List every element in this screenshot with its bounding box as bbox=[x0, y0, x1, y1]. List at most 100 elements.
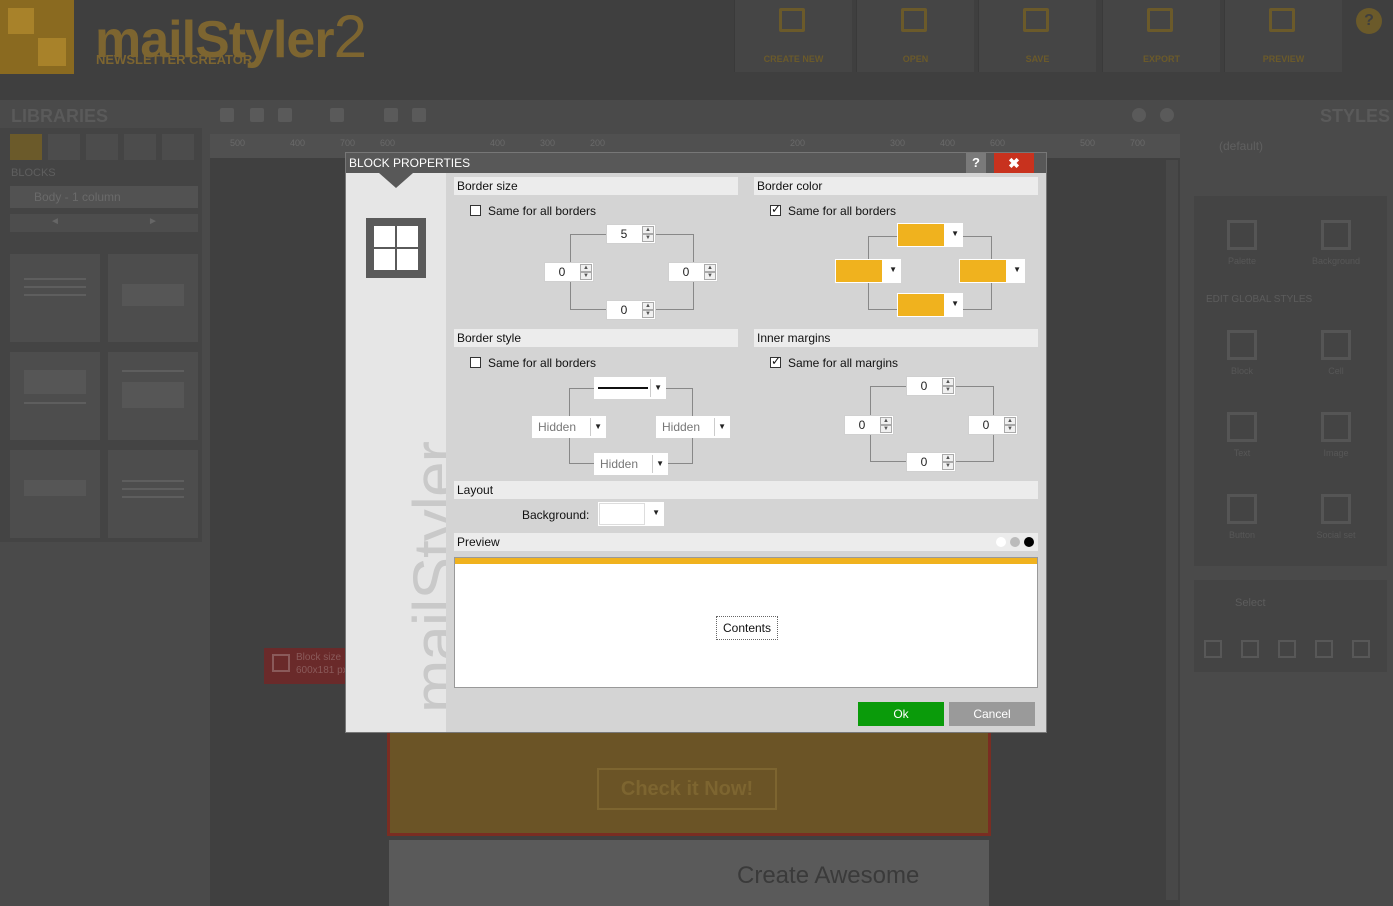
blocks-tab-icon[interactable] bbox=[10, 134, 42, 160]
next-arrow-icon[interactable]: ► bbox=[148, 216, 158, 227]
border-top-style-select[interactable]: ▼ bbox=[594, 377, 666, 399]
new-file-icon bbox=[779, 8, 805, 32]
background-label: Background: bbox=[522, 508, 590, 522]
trash-icon[interactable] bbox=[412, 108, 426, 122]
checkbox[interactable] bbox=[470, 357, 481, 368]
blocks-label: BLOCKS bbox=[11, 167, 56, 179]
block-thumbnail[interactable] bbox=[108, 352, 198, 440]
inner-margins-same-checkbox[interactable]: Same for all margins bbox=[770, 354, 898, 370]
check-it-now-button[interactable]: Check it Now! bbox=[597, 768, 777, 810]
select-button-icon[interactable] bbox=[1315, 640, 1333, 658]
select-image-icon[interactable] bbox=[1278, 640, 1296, 658]
chevron-down-icon: ▼ bbox=[718, 422, 726, 431]
border-bottom-color-picker[interactable]: ▼ bbox=[897, 293, 963, 317]
select-share-icon[interactable] bbox=[1352, 640, 1370, 658]
select-cell-icon[interactable] bbox=[1241, 640, 1259, 658]
border-top-size-spinner[interactable]: 5 ▲ ▼ bbox=[606, 224, 656, 244]
image-tab-icon[interactable] bbox=[86, 134, 118, 160]
button-tab-icon[interactable] bbox=[124, 134, 156, 160]
preview-bg-gray-option[interactable] bbox=[1010, 537, 1020, 547]
margin-right-spinner[interactable]: 0 ▲ ▼ bbox=[968, 415, 1018, 435]
border-style-same-checkbox[interactable]: Same for all borders bbox=[470, 356, 596, 370]
block-thumbnail[interactable] bbox=[10, 450, 100, 538]
background-color-picker[interactable]: ▼ bbox=[598, 502, 664, 526]
cell-style-button[interactable]: Cell bbox=[1306, 330, 1366, 376]
select-label[interactable]: Select bbox=[1235, 597, 1266, 609]
button-style-button[interactable]: Button bbox=[1212, 494, 1272, 540]
chevron-down-icon: ▼ bbox=[1013, 265, 1021, 274]
canvas-scrollbar[interactable] bbox=[1166, 160, 1178, 900]
social-set-style-button[interactable]: Social set bbox=[1306, 494, 1366, 540]
image-style-button[interactable]: Image bbox=[1306, 412, 1366, 458]
open-button[interactable]: OPEN bbox=[856, 0, 974, 72]
star-icon[interactable] bbox=[330, 108, 344, 122]
duplicate-icon[interactable] bbox=[384, 108, 398, 122]
styles-title: STYLES bbox=[1320, 106, 1391, 126]
preview-bg-white-option[interactable] bbox=[996, 537, 1006, 547]
border-left-style-select[interactable]: Hidden ▼ bbox=[532, 416, 606, 438]
button-icon bbox=[1227, 494, 1257, 524]
border-right-style-select[interactable]: Hidden ▼ bbox=[656, 416, 730, 438]
border-size-header: Border size bbox=[454, 177, 738, 195]
zoom-out-icon[interactable] bbox=[1132, 108, 1146, 122]
help-button[interactable]: ? bbox=[966, 153, 986, 173]
block-thumbnail[interactable] bbox=[108, 450, 198, 538]
preview-bg-black-option[interactable] bbox=[1024, 537, 1034, 547]
image-icon bbox=[1321, 412, 1351, 442]
block-thumbnail[interactable] bbox=[108, 254, 198, 342]
chevron-down-icon: ▼ bbox=[889, 265, 897, 274]
text-tab-icon[interactable] bbox=[48, 134, 80, 160]
preview-button[interactable]: PREVIEW bbox=[1224, 0, 1342, 72]
preview-header: Preview bbox=[454, 533, 1038, 551]
ruler-tick-label: 400 bbox=[940, 138, 956, 148]
zoom-in-icon[interactable] bbox=[1160, 108, 1174, 122]
border-right-color-picker[interactable]: ▼ bbox=[959, 259, 1025, 283]
help-icon[interactable]: ? bbox=[1356, 8, 1382, 34]
export-button[interactable]: EXPORT bbox=[1102, 0, 1220, 72]
margin-bottom-spinner[interactable]: 0 ▲ ▼ bbox=[906, 452, 956, 472]
edit-global-styles-header[interactable]: EDIT GLOBAL STYLES bbox=[1206, 294, 1312, 305]
border-left-color-picker[interactable]: ▼ bbox=[835, 259, 901, 283]
block-pager: ◄ ► bbox=[10, 214, 198, 232]
border-bottom-size-spinner[interactable]: 0 ▲ ▼ bbox=[606, 300, 656, 320]
ok-button[interactable]: Ok bbox=[858, 702, 944, 726]
ruler-tick-label: 400 bbox=[490, 138, 506, 148]
background-icon bbox=[1321, 220, 1351, 250]
pointer-notch bbox=[379, 173, 413, 188]
lock-icon[interactable] bbox=[250, 108, 264, 122]
save-button[interactable]: SAVE bbox=[978, 0, 1096, 72]
palette-button[interactable]: Palette bbox=[1212, 220, 1272, 266]
checkbox[interactable] bbox=[470, 205, 481, 216]
prev-arrow-icon[interactable]: ◄ bbox=[50, 216, 60, 227]
block-thumbnail[interactable] bbox=[10, 352, 100, 440]
block-style-button[interactable]: Block bbox=[1212, 330, 1272, 376]
delete-style-button[interactable] bbox=[1293, 164, 1383, 182]
text-style-button[interactable]: Text bbox=[1212, 412, 1272, 458]
close-button[interactable]: ✖ bbox=[994, 153, 1034, 173]
checkbox-checked[interactable] bbox=[770, 354, 781, 368]
border-color-same-checkbox[interactable]: Same for all borders bbox=[770, 202, 896, 218]
style-select[interactable]: (default) bbox=[1195, 134, 1383, 158]
preview-contents: Contents bbox=[716, 616, 778, 640]
border-right-size-spinner[interactable]: 0 ▲ ▼ bbox=[668, 262, 718, 282]
edit-icon[interactable] bbox=[220, 108, 234, 122]
checkbox-checked[interactable] bbox=[770, 202, 781, 216]
cancel-button[interactable]: Cancel bbox=[949, 702, 1035, 726]
background-button[interactable]: Background bbox=[1306, 220, 1366, 266]
block-thumbnail[interactable] bbox=[10, 254, 100, 342]
preview-top-border bbox=[455, 558, 1037, 564]
border-top-color-picker[interactable]: ▼ bbox=[897, 223, 963, 247]
save-style-button[interactable] bbox=[1195, 164, 1285, 182]
block-category-select[interactable]: Body - 1 column bbox=[10, 186, 198, 208]
border-size-same-checkbox[interactable]: Same for all borders bbox=[470, 204, 596, 218]
create-new-label: CREATE NEW bbox=[763, 54, 824, 64]
margin-top-spinner[interactable]: 0 ▲ ▼ bbox=[906, 376, 956, 396]
border-left-size-spinner[interactable]: 0 ▲ ▼ bbox=[544, 262, 594, 282]
select-block-icon[interactable] bbox=[1204, 640, 1222, 658]
copy-icon[interactable] bbox=[278, 108, 292, 122]
social-tab-icon[interactable] bbox=[162, 134, 194, 160]
color-swatch bbox=[898, 294, 944, 316]
margin-left-spinner[interactable]: 0 ▲ ▼ bbox=[844, 415, 894, 435]
border-bottom-style-select[interactable]: Hidden ▼ bbox=[594, 453, 668, 475]
create-new-button[interactable]: CREATE NEW bbox=[734, 0, 852, 72]
